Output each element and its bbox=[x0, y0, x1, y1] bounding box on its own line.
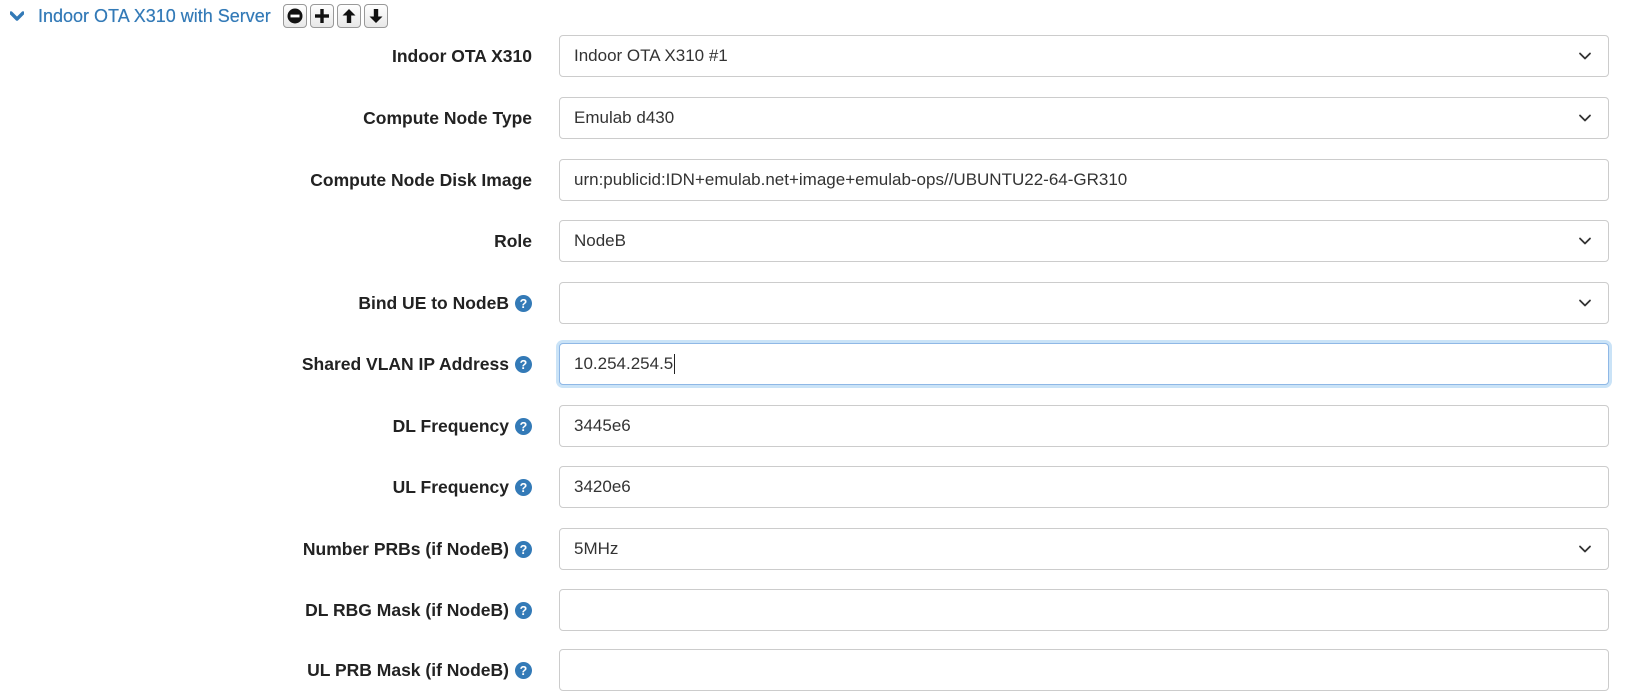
chevron-down-icon[interactable] bbox=[10, 9, 24, 23]
svg-text:?: ? bbox=[520, 297, 528, 311]
field-label: Role bbox=[494, 230, 532, 251]
svg-text:?: ? bbox=[520, 358, 528, 372]
ul-frequency-input[interactable]: 3420e6 bbox=[559, 466, 1609, 508]
svg-text:?: ? bbox=[520, 481, 528, 495]
svg-text:?: ? bbox=[520, 664, 528, 678]
field-label: Bind UE to NodeB bbox=[358, 292, 509, 313]
field-label: UL Frequency bbox=[392, 476, 509, 497]
chevron-down-icon bbox=[1579, 52, 1591, 60]
field-value: 5MHz bbox=[574, 539, 619, 558]
dl-rbg-mask-input[interactable] bbox=[559, 589, 1609, 631]
field-value: 10.254.254.5 bbox=[574, 354, 674, 373]
text-cursor bbox=[674, 354, 676, 374]
field-label: DL Frequency bbox=[392, 415, 509, 436]
section-header: Indoor OTA X310 with Server bbox=[10, 3, 388, 29]
field-value: urn:publicid:IDN+emulab.net+image+emulab… bbox=[574, 170, 1128, 189]
minus-icon bbox=[287, 8, 303, 24]
arrow-up-icon bbox=[342, 9, 356, 23]
field-label: Compute Node Type bbox=[363, 107, 532, 128]
form-row-ul-frequency: UL Frequency ? 3420e6 bbox=[0, 466, 1632, 508]
question-circle-icon[interactable]: ? bbox=[515, 601, 532, 619]
question-circle-icon[interactable]: ? bbox=[515, 478, 532, 496]
form-row-bind-ue-to-nodeb: Bind UE to NodeB ? bbox=[0, 282, 1632, 324]
section-title[interactable]: Indoor OTA X310 with Server bbox=[38, 6, 271, 27]
field-label: UL PRB Mask (if NodeB) bbox=[307, 659, 509, 680]
form-row-ul-prb-mask: UL PRB Mask (if NodeB) ? bbox=[0, 649, 1632, 691]
field-label: Number PRBs (if NodeB) bbox=[302, 538, 509, 559]
move-down-button[interactable] bbox=[363, 4, 388, 28]
field-label: Indoor OTA X310 bbox=[391, 45, 532, 66]
field-value: Indoor OTA X310 #1 bbox=[574, 46, 728, 65]
question-circle-icon[interactable]: ? bbox=[515, 417, 532, 435]
field-label: DL RBG Mask (if NodeB) bbox=[305, 599, 509, 620]
plus-icon bbox=[314, 9, 329, 23]
question-circle-icon[interactable]: ? bbox=[515, 294, 532, 312]
field-value: 3420e6 bbox=[574, 477, 631, 496]
form-row-compute-node-disk-image: Compute Node Disk Image urn:publicid:IDN… bbox=[0, 159, 1632, 201]
form-row-shared-vlan-ip-address: Shared VLAN IP Address ? 10.254.254.5 bbox=[0, 343, 1632, 385]
number-prbs-select[interactable]: 5MHz bbox=[559, 528, 1609, 570]
question-circle-icon[interactable]: ? bbox=[515, 355, 532, 373]
bind-ue-to-nodeb-select[interactable] bbox=[559, 282, 1609, 324]
arrow-down-icon bbox=[369, 9, 383, 23]
form-row-number-prbs: Number PRBs (if NodeB) ? 5MHz bbox=[0, 528, 1632, 570]
svg-text:?: ? bbox=[520, 604, 528, 618]
question-circle-icon[interactable]: ? bbox=[515, 661, 532, 679]
section-controls bbox=[282, 4, 388, 28]
form-row-dl-rbg-mask: DL RBG Mask (if NodeB) ? bbox=[0, 589, 1632, 631]
form-row-role: Role NodeB bbox=[0, 220, 1632, 262]
form-row-compute-node-type: Compute Node Type Emulab d430 bbox=[0, 97, 1632, 139]
form-row-dl-frequency: DL Frequency ? 3445e6 bbox=[0, 405, 1632, 447]
compute-node-type-select[interactable]: Emulab d430 bbox=[559, 97, 1609, 139]
add-button[interactable] bbox=[309, 4, 334, 28]
form-row-indoor-ota-x310: Indoor OTA X310 Indoor OTA X310 #1 bbox=[0, 35, 1632, 77]
dl-frequency-input[interactable]: 3445e6 bbox=[559, 405, 1609, 447]
question-circle-icon[interactable]: ? bbox=[515, 540, 532, 558]
field-label: Shared VLAN IP Address bbox=[301, 353, 509, 374]
compute-node-disk-image-input[interactable]: urn:publicid:IDN+emulab.net+image+emulab… bbox=[559, 159, 1609, 201]
chevron-down-icon bbox=[1579, 545, 1591, 553]
svg-text:?: ? bbox=[520, 420, 528, 434]
shared-vlan-ip-address-input[interactable]: 10.254.254.5 bbox=[559, 343, 1609, 385]
field-value: Emulab d430 bbox=[574, 108, 675, 127]
ul-prb-mask-input[interactable] bbox=[559, 649, 1609, 691]
role-select[interactable]: NodeB bbox=[559, 220, 1609, 262]
chevron-down-icon bbox=[1579, 299, 1591, 307]
field-label: Compute Node Disk Image bbox=[310, 169, 532, 190]
chevron-down-icon bbox=[1579, 237, 1591, 245]
remove-button[interactable] bbox=[282, 4, 307, 28]
field-value: 3445e6 bbox=[574, 416, 631, 435]
move-up-button[interactable] bbox=[336, 4, 361, 28]
indoor-ota-x310-select[interactable]: Indoor OTA X310 #1 bbox=[559, 35, 1609, 77]
field-value: NodeB bbox=[574, 231, 626, 250]
svg-text:?: ? bbox=[520, 543, 528, 557]
chevron-down-icon bbox=[1579, 114, 1591, 122]
